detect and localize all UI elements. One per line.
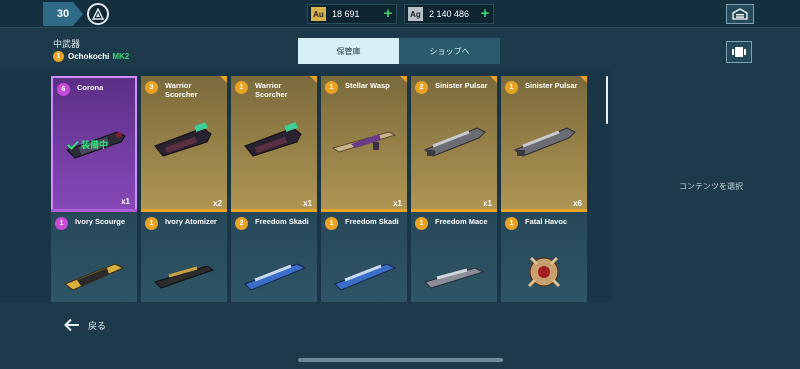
item-quantity: x1 [483,199,492,208]
grid-scrollbar[interactable] [606,76,608,124]
silver-icon: Ag [408,7,423,21]
back-label: 戻る [88,320,107,331]
item-name: Fatal Havoc [525,217,568,226]
equipped-indicator: 装備中 [67,138,108,151]
item-card[interactable]: 1 Ivory Scourge [51,209,137,302]
item-level-badge: 3 [145,81,158,94]
ivory-scourge-icon [63,263,125,291]
item-card[interactable]: 1 Freedom Skadi [321,209,407,302]
top-bar: 30 Au 18 691 + Ag 2 140 486 + [0,0,800,28]
item-name: Freedom Skadi [255,217,309,226]
equipped-label: 装備中 [81,140,109,150]
hangar-icon [732,8,748,20]
freedom-skadi-icon [244,263,307,291]
rank-emblem-icon[interactable] [87,3,109,25]
robot-filter-icon [732,47,746,57]
item-card[interactable]: 3 Warrior Scorcher x2 [141,76,227,212]
item-quantity: x1 [393,199,402,208]
tab-shop[interactable]: ショップへ [399,38,500,64]
tab-storage[interactable]: 保管庫 [298,38,399,64]
item-card[interactable]: 2 Sinister Pulsar x1 [411,76,497,212]
item-quantity: x2 [213,199,222,208]
robot-name: Ochokochi [68,52,110,61]
item-level-badge: 1 [55,217,68,230]
item-quantity: x1 [121,197,130,206]
arrow-left-icon [64,318,79,332]
add-silver-button[interactable]: + [477,6,493,21]
item-name: Warrior Scorcher [255,81,288,99]
item-quantity: x6 [573,199,582,208]
fatal-havoc-icon [527,256,561,288]
item-detail-panel: コンテンツを選択 [612,68,800,302]
item-name: Freedom Mace [435,217,488,226]
silver-currency: Ag 2 140 486 + [404,4,494,24]
sinister-pulsar-icon [424,127,486,157]
item-level-badge: 2 [235,217,248,230]
gold-icon: Au [311,7,326,21]
add-gold-button[interactable]: + [380,6,396,21]
item-level-badge: 6 [57,83,70,96]
item-level-badge: 1 [505,81,518,94]
item-quantity: x1 [303,199,312,208]
item-card[interactable]: 1 Warrior Scorcher x1 [231,76,317,212]
item-card[interactable]: 1 Freedom Mace [411,209,497,302]
item-name: Freedom Skadi [345,217,399,226]
item-name: Ivory Scourge [75,217,126,226]
back-button[interactable]: 戻る [64,318,106,332]
item-card[interactable]: 2 Freedom Skadi [231,209,317,302]
freedom-skadi-icon [334,263,397,291]
home-indicator[interactable] [298,358,503,362]
ivory-atomizer-icon [154,265,215,289]
weapon-category-label: 中武器 [53,39,81,49]
item-name: Stellar Wasp [345,81,390,90]
check-icon [67,140,79,150]
player-level-value: 30 [56,8,70,20]
warrior-scorcher-icon [244,122,302,157]
freedom-mace-icon [424,267,485,289]
item-name: Warrior Scorcher [165,81,198,99]
robot-info: 1 Ochokochi MK2 [53,51,129,62]
item-card[interactable]: 1 Ivory Atomizer [141,209,227,302]
item-name: Sinister Pulsar [435,81,488,90]
filter-button[interactable] [726,41,752,63]
gold-currency: Au 18 691 + [307,4,397,24]
stellar-wasp-icon [331,131,397,153]
item-level-badge: 1 [505,217,518,230]
item-name: Corona [77,83,104,92]
item-level-badge: 1 [325,81,338,94]
hangar-button[interactable] [726,4,754,24]
item-name: Sinister Pulsar [525,81,578,90]
item-level-badge: 1 [145,217,158,230]
item-card[interactable]: 1 Fatal Havoc [501,209,587,302]
item-level-badge: 1 [415,217,428,230]
item-level-badge: 1 [325,217,338,230]
item-name: Ivory Atomizer [165,217,217,226]
robot-level-badge: 1 [53,51,64,62]
item-card[interactable]: 1 Stellar Wasp x1 [321,76,407,212]
warrior-scorcher-icon [154,122,212,157]
silver-amount: 2 140 486 [429,9,470,19]
robot-mark: MK2 [112,52,130,61]
select-content-prompt: コンテンツを選択 [679,182,743,191]
item-grid: 6 Corona 装備中 x1 3 Warrior Scorcher x2 1 … [0,68,611,302]
gold-amount: 18 691 [332,9,360,19]
item-card[interactable]: 1 Sinister Pulsar x6 [501,76,587,212]
item-level-badge: 1 [235,81,248,94]
item-card[interactable]: 6 Corona 装備中 x1 [51,76,137,212]
player-level-badge[interactable]: 30 [43,2,83,26]
item-level-badge: 2 [415,81,428,94]
sinister-pulsar-icon [514,127,576,157]
